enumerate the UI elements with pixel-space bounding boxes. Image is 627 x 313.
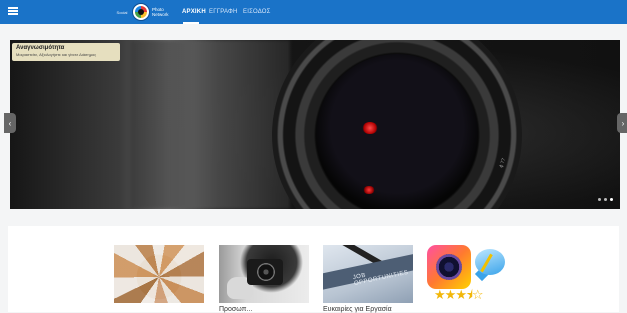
carousel-next-button[interactable]: ›: [617, 113, 627, 133]
lens-glass: [316, 54, 478, 209]
app-camera-lens-icon: [436, 254, 462, 280]
star-empty-icon: ☆: [471, 287, 484, 302]
top-navbar: Social Photo Network ΑΡΧΙΚΗ ΕΓΓΡΑΦΗ ΕΙΣΟ…: [0, 0, 627, 24]
brand-name: Photo Network: [152, 7, 176, 17]
carousel-prev-button[interactable]: ‹: [4, 113, 16, 133]
nav-link-login[interactable]: ΕΙΣΟΔΟΣ: [243, 9, 271, 15]
camera-lens-icon: [257, 263, 275, 281]
nav-link-home[interactable]: ΑΡΧΙΚΗ: [182, 9, 206, 15]
carousel-indicators: [598, 198, 613, 201]
star-rating: ★★★⯨☆: [434, 288, 483, 302]
slide-caption: Αναγνωσιμότητα Μοιραστείτε, Αξιολογήστε …: [12, 43, 120, 61]
star-full-icon: ★: [434, 287, 446, 302]
hamburger-icon[interactable]: [8, 7, 18, 15]
active-nav-underline: [183, 22, 199, 24]
lens-reflection: [362, 122, 378, 134]
feature-tile-community[interactable]: [114, 245, 204, 303]
slide-caption-subtitle: Μοιραστείτε, Αξιολογήστε και γίνετε Διάσ…: [16, 52, 97, 57]
feature-tile-jobs[interactable]: JOB OPPORTUNITIES: [323, 245, 413, 303]
camera-aperture-icon: [132, 3, 150, 21]
hero-carousel[interactable]: ϕ 77: [10, 40, 620, 209]
brand-logo-link[interactable]: Social Photo Network: [114, 3, 176, 21]
carousel-dot[interactable]: [604, 198, 607, 201]
hands-together-image: [114, 245, 204, 303]
feature-panel: [8, 226, 619, 312]
camera-body-image: [130, 40, 290, 209]
slide-caption-title: Αναγνωσιμότητα: [16, 45, 65, 51]
feature-tile-photographer[interactable]: [219, 245, 309, 303]
lens-reflection: [363, 186, 375, 194]
star-full-icon: ★: [455, 287, 467, 302]
chevron-left-icon: ‹: [8, 118, 12, 128]
brand-small-text: Social: [116, 9, 128, 15]
nav-link-register[interactable]: ΕΓΓΡΑΦΗ: [209, 9, 238, 15]
carousel-dot-active[interactable]: [610, 198, 613, 201]
chevron-right-icon: ›: [621, 118, 625, 128]
carousel-dot[interactable]: [598, 198, 601, 201]
brand-name-line2: Network: [152, 12, 169, 17]
star-full-icon: ★: [444, 287, 457, 302]
